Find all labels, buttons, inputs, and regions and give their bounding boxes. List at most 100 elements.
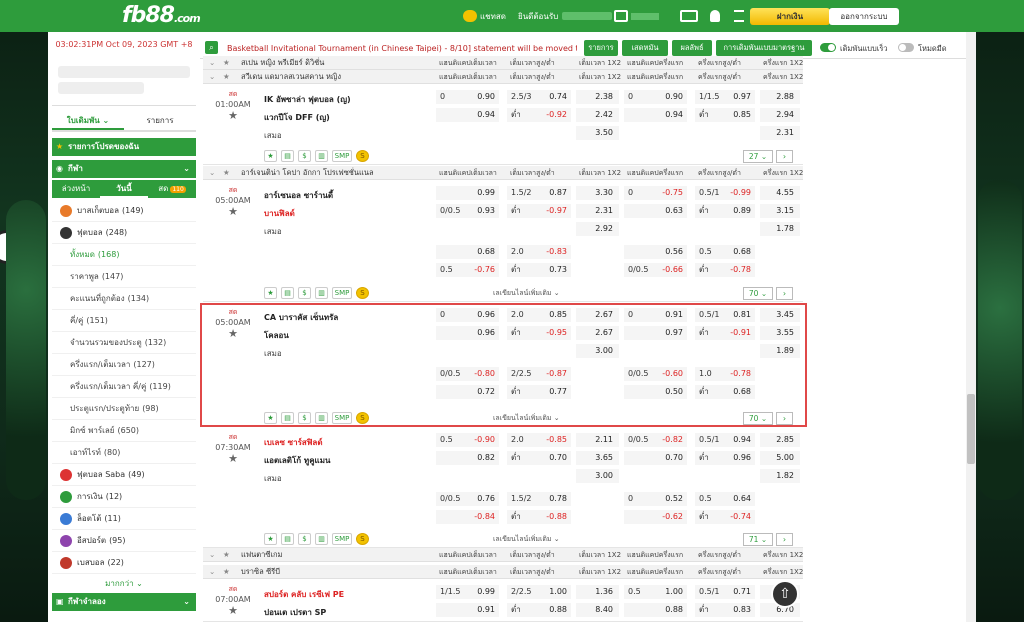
odds-cell[interactable]: 0 0.90	[436, 90, 499, 104]
sidebar-sport-item[interactable]: มิกซ์ พาร์เลย์ (650)	[52, 420, 196, 442]
favorite-icon[interactable]: ★	[264, 412, 277, 424]
odds-cell[interactable]: ต่ำ 0.85	[695, 108, 755, 122]
odds-cell[interactable]: 2.0 -0.83	[507, 245, 571, 259]
sidebar-sport-item[interactable]: ราคาพูล (147)	[52, 266, 196, 288]
odds-cell[interactable]: 0.94	[436, 108, 499, 122]
odds-cell[interactable]: 0/0.5 0.76	[436, 492, 499, 506]
odds-cell[interactable]: 0 0.91	[624, 308, 687, 322]
odds-cell[interactable]: 0.97	[624, 326, 687, 340]
coin-icon[interactable]: S	[356, 412, 369, 424]
tab-today[interactable]: วันนี้	[100, 180, 148, 198]
statement-button[interactable]: เสดหมัน	[622, 40, 668, 56]
sidebar-sport-item[interactable]: บาสเก็ตบอล (149)	[52, 200, 196, 222]
sidebar-sport-item[interactable]: ครึ่งแรก/เต็มเวลา คี่/คู่ (119)	[52, 376, 196, 398]
sidebar-sport-item[interactable]: ฟุตบอล (248)	[52, 222, 196, 244]
more-bets-count[interactable]: 71 ⌄	[743, 533, 773, 546]
more-lines-toggle[interactable]: เลเขียนไลน์เพิ่มเติม ⌄	[493, 288, 560, 299]
odds-cell[interactable]: 4.55	[760, 186, 800, 200]
odds-cell[interactable]: ต่ำ 0.88	[507, 603, 571, 617]
odds-cell[interactable]: 1/1.5 0.97	[695, 90, 755, 104]
smp-icon[interactable]: SMP	[332, 533, 352, 545]
odds-cell[interactable]: ต่ำ -0.74	[695, 510, 755, 524]
cash-icon[interactable]: $	[298, 533, 311, 545]
favorite-star-icon[interactable]: ★	[203, 205, 263, 218]
odds-cell[interactable]: 2/2.5 -0.87	[507, 367, 571, 381]
odds-cell[interactable]: 2.67	[576, 308, 619, 322]
wallet-icon[interactable]	[614, 6, 659, 26]
odds-cell[interactable]: 0.5/1 0.94	[695, 433, 755, 447]
odds-cell[interactable]: 2.67	[576, 326, 619, 340]
odds-cell[interactable]: 2.31	[576, 204, 619, 218]
odds-cell[interactable]: ต่ำ 0.73	[507, 263, 571, 277]
odds-cell[interactable]: ต่ำ 0.83	[695, 603, 755, 617]
odds-cell[interactable]: ต่ำ 0.68	[695, 385, 755, 399]
promo-icon[interactable]	[680, 6, 698, 26]
scrollbar-thumb[interactable]	[967, 394, 975, 464]
odds-cell[interactable]: 0.5 1.00	[624, 585, 687, 599]
odds-cell[interactable]: ต่ำ -0.95	[507, 326, 571, 340]
bet-list-icon[interactable]	[734, 6, 744, 26]
odds-type-select[interactable]: การเดิมพันแบบมาตรฐานเอเชีย ⌄	[716, 40, 812, 68]
odds-cell[interactable]: -0.84	[436, 510, 499, 524]
odds-cell[interactable]: 3.00	[576, 469, 619, 483]
sidebar-sport-item[interactable]: ฟุตบอล Saba (49)	[52, 464, 196, 486]
tab-bet-list[interactable]: รายการ	[124, 110, 196, 130]
star-icon[interactable]: ★	[223, 166, 230, 180]
odds-cell[interactable]: 0.99	[436, 186, 499, 200]
odds-cell[interactable]: 1.5/2 0.78	[507, 492, 571, 506]
smp-icon[interactable]: SMP	[332, 150, 352, 162]
chart-icon[interactable]: ▥	[315, 533, 328, 545]
league-header[interactable]: ⌄ ★ สวีเดน แดมาลสเวนสคาน หญิง แฮนดิแคปเต็มเ…	[203, 70, 803, 84]
virtual-sports-header[interactable]: ▣ กีฬาจำลอง ⌄	[52, 593, 196, 611]
sidebar-sport-item[interactable]: ครึ่งแรก/เต็มเวลา (127)	[52, 354, 196, 376]
odds-cell[interactable]: 0.72	[436, 385, 499, 399]
sidebar-sport-item[interactable]: อีสปอร์ต (95)	[52, 530, 196, 552]
odds-cell[interactable]: 2.5/3 0.74	[507, 90, 571, 104]
star-icon[interactable]: ★	[223, 548, 230, 562]
odds-cell[interactable]: ต่ำ -0.97	[507, 204, 571, 218]
logout-button[interactable]: ออกจากระบบ	[829, 8, 899, 25]
odds-cell[interactable]: 3.15	[760, 204, 800, 218]
odds-cell[interactable]: 3.55	[760, 326, 800, 340]
favorites-header[interactable]: ★ รายการโปรดของฉัน	[52, 138, 196, 156]
odds-cell[interactable]: 0 0.96	[436, 308, 499, 322]
odds-cell[interactable]: 0/0.5 -0.82	[624, 433, 687, 447]
cash-icon[interactable]: $	[298, 287, 311, 299]
sidebar-sport-item[interactable]: เอาท์ไรท์ (80)	[52, 442, 196, 464]
league-header[interactable]: ⌄ ★ อาร์เจนติน่า โคปา อักกา โปรเฟซชั่นแนลแ…	[203, 166, 803, 180]
live-chat-link[interactable]: แชทสด	[463, 6, 506, 26]
odds-cell[interactable]: 0.91	[436, 603, 499, 617]
odds-cell[interactable]: 2.0 0.85	[507, 308, 571, 322]
odds-cell[interactable]: ต่ำ -0.92	[507, 108, 571, 122]
chart-icon[interactable]: ▥	[315, 287, 328, 299]
star-icon[interactable]: ★	[223, 56, 230, 70]
search-icon[interactable]: ⌕	[205, 41, 218, 54]
chevron-right-icon[interactable]: ›	[776, 287, 793, 300]
odds-cell[interactable]: 0.5 -0.90	[436, 433, 499, 447]
smp-icon[interactable]: SMP	[332, 287, 352, 299]
tab-betslip[interactable]: ใบเดิมพัน ⌄	[52, 110, 124, 130]
odds-cell[interactable]: 0.5 -0.76	[436, 263, 499, 277]
favorite-star-icon[interactable]: ★	[203, 452, 263, 465]
odds-cell[interactable]: 0.63	[624, 204, 687, 218]
odds-cell[interactable]: 3.50	[576, 126, 619, 140]
odds-cell[interactable]: 0/0.5 0.93	[436, 204, 499, 218]
odds-cell[interactable]: 2.94	[760, 108, 800, 122]
chevron-right-icon[interactable]: ›	[776, 533, 793, 546]
site-logo[interactable]: fb88.com	[122, 3, 201, 28]
sidebar-sport-item[interactable]: ทั้งหมด (168)	[52, 244, 196, 266]
odds-cell[interactable]: 1.78	[760, 222, 800, 236]
sidebar-sport-item[interactable]: ล็อตโต้ (11)	[52, 508, 196, 530]
tab-live[interactable]: สด 110	[148, 180, 196, 198]
coin-icon[interactable]: S	[356, 287, 369, 299]
cash-icon[interactable]: $	[298, 412, 311, 424]
sports-header[interactable]: ◉ กีฬา ⌄	[52, 160, 196, 178]
star-icon[interactable]: ★	[223, 565, 230, 579]
odds-cell[interactable]: ต่ำ 0.77	[507, 385, 571, 399]
cash-icon[interactable]: $	[298, 150, 311, 162]
odds-cell[interactable]: ต่ำ -0.88	[507, 510, 571, 524]
favorite-star-icon[interactable]: ★	[203, 327, 263, 340]
odds-cell[interactable]: 2.92	[576, 222, 619, 236]
more-bets-count[interactable]: 70 ⌄	[743, 287, 773, 300]
odds-cell[interactable]: 0.70	[624, 451, 687, 465]
